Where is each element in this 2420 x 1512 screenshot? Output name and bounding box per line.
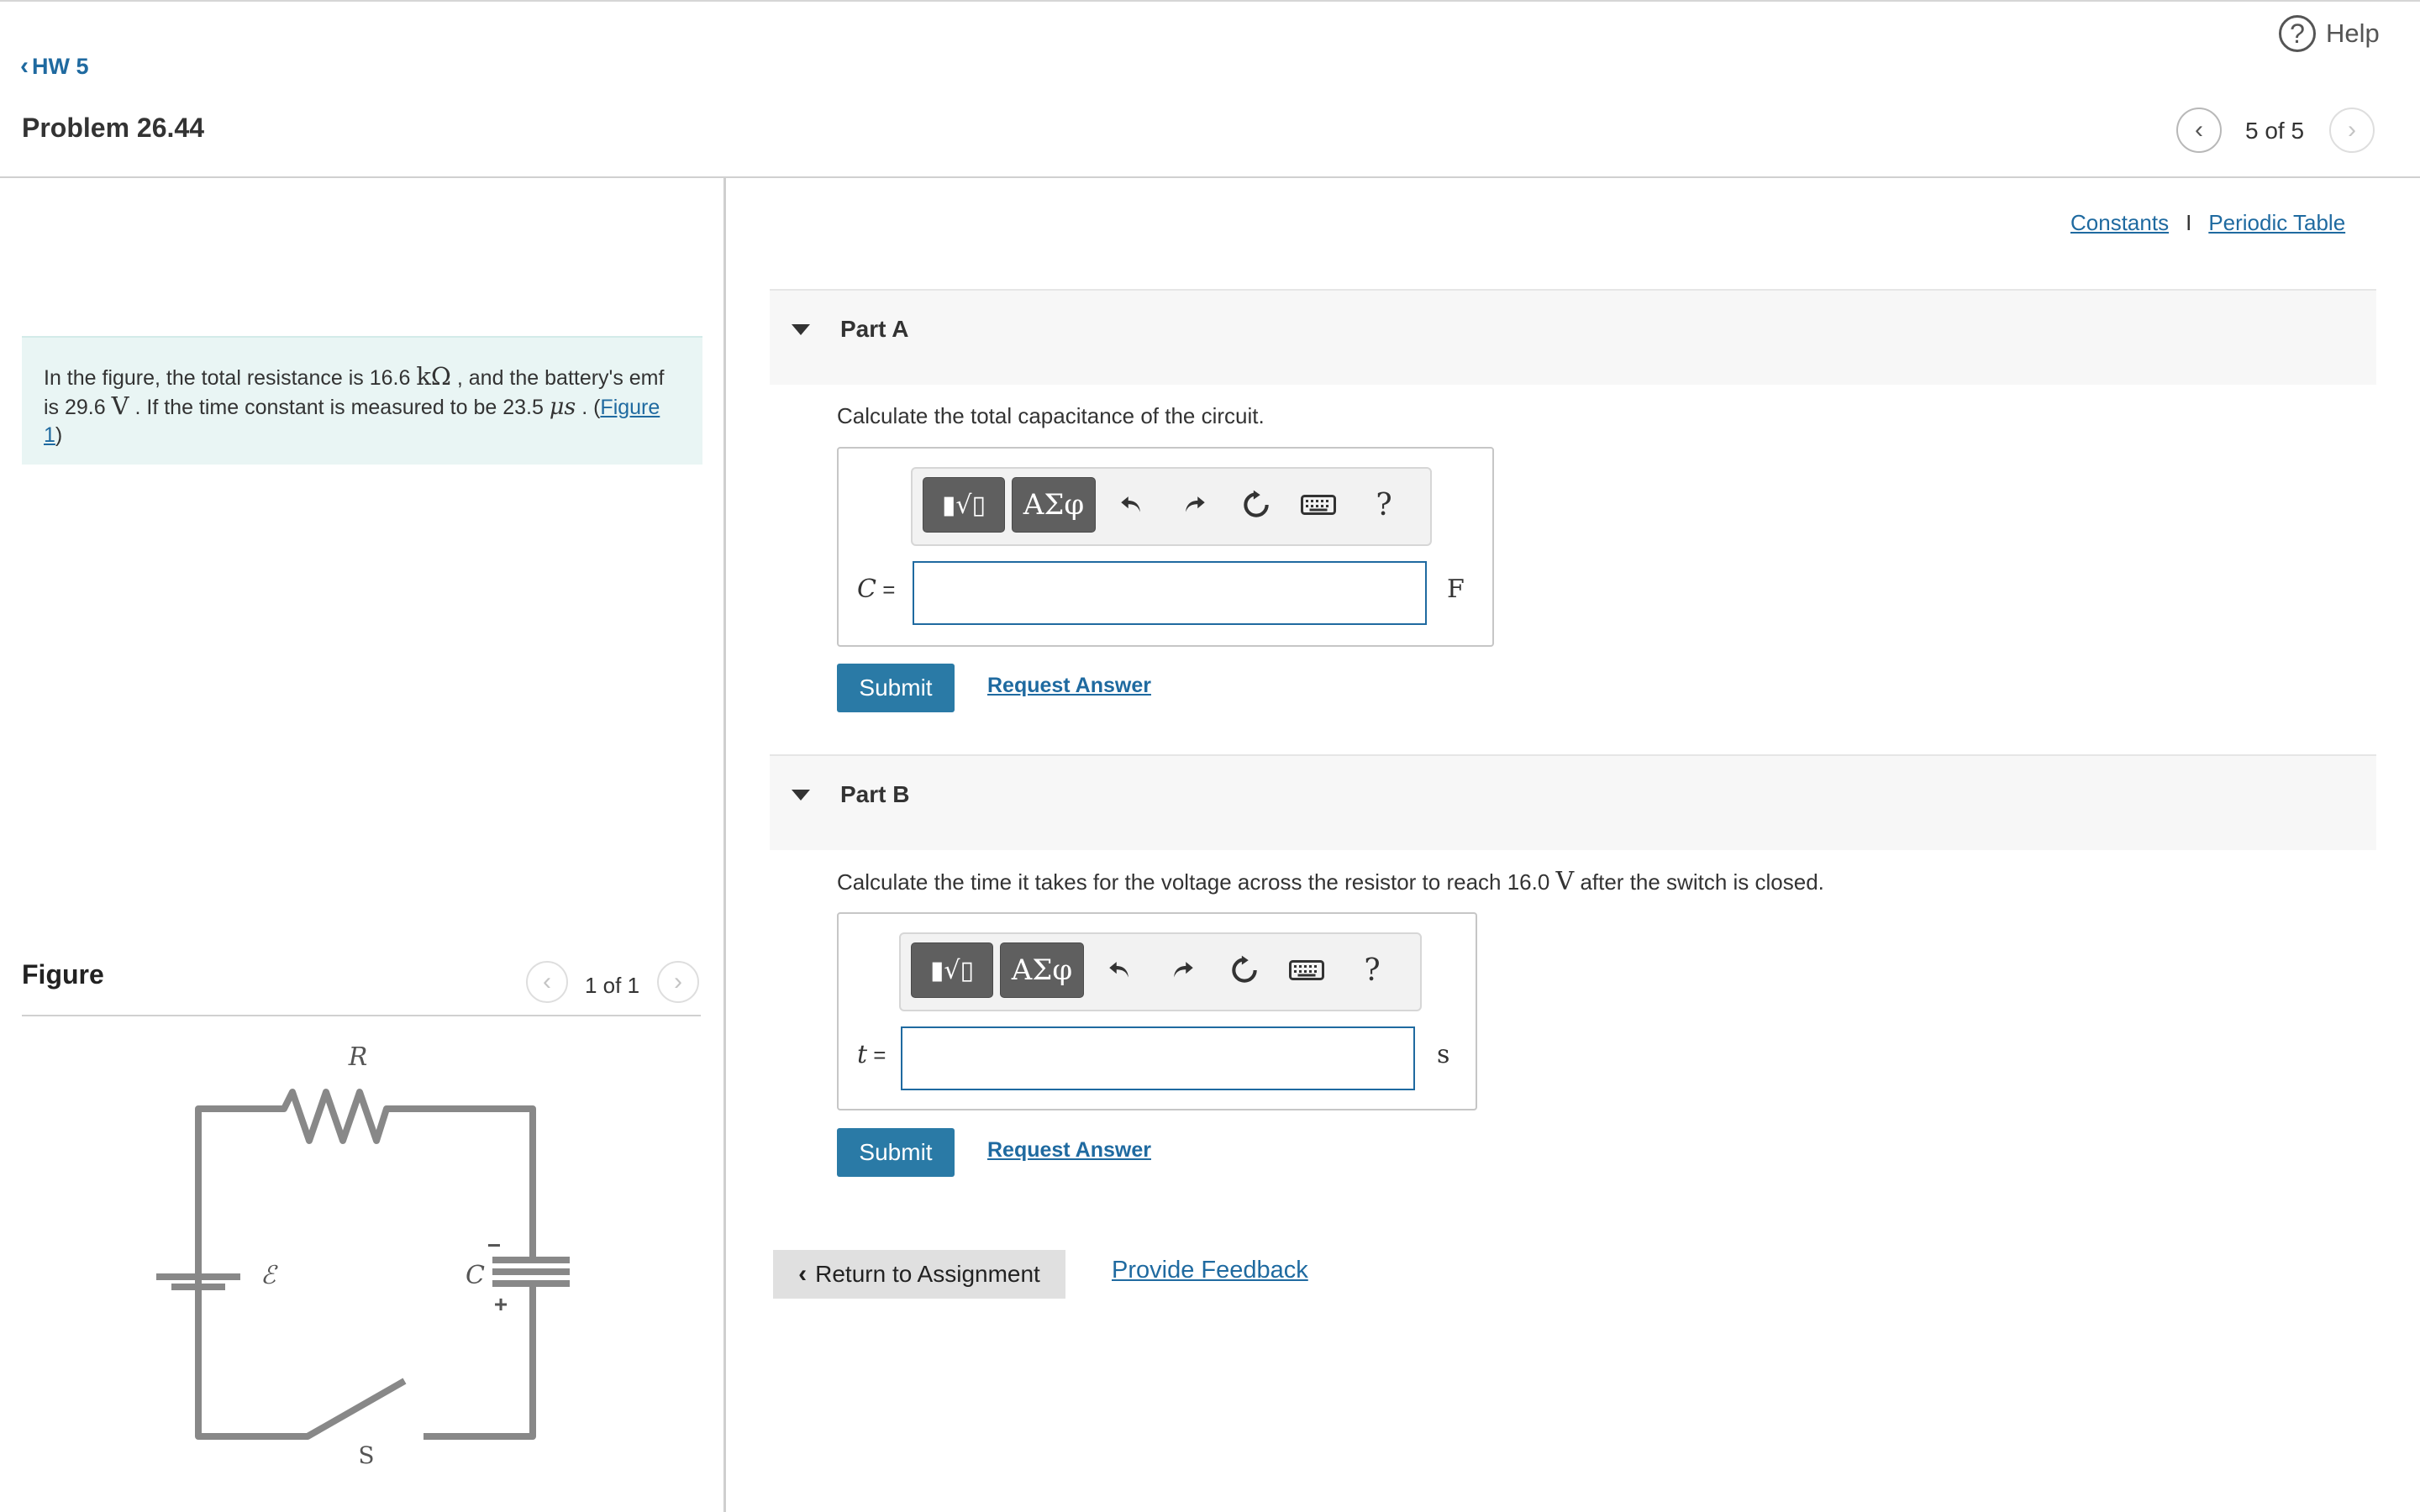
math-help-button[interactable]: ? [1351,946,1393,995]
math-help-button[interactable]: ? [1363,480,1405,529]
redo-button[interactable] [1173,480,1215,529]
math-toolbar: ▮√▯ ΑΣφ ? [899,932,1422,1011]
return-button-label: Return to Assignment [815,1261,1040,1287]
intro-text: . ( [576,396,601,419]
left-wire [195,1284,407,1440]
part-b-submit-button[interactable]: Submit [837,1128,955,1177]
help-label: Help [2326,18,2380,48]
greek-symbols-button[interactable]: ΑΣφ [1012,477,1096,533]
keyboard-button[interactable] [1297,480,1339,529]
intro-text: . If the time constant is measured to be… [129,396,550,419]
part-a-variable-label: C = [857,575,895,604]
part-b-title: Part B [840,781,910,807]
part-b-variable-label: t = [857,1040,886,1069]
templates-button[interactable]: ▮√▯ [923,477,1005,533]
capacitor-plus-label: + [494,1291,508,1317]
intro-text: In the figure, the total resistance is 1… [44,366,417,390]
undo-button[interactable] [1099,946,1141,995]
back-link-label: HW 5 [32,53,89,79]
keyboard-button[interactable] [1286,946,1328,995]
figure-pager-count: 1 of 1 [585,973,640,998]
part-a-answer-input[interactable] [913,561,1427,625]
undo-button[interactable] [1111,480,1153,529]
provide-feedback-link[interactable]: Provide Feedback [1112,1257,1308,1284]
intro-unit-kohm: kΩ [416,362,451,391]
part-b-unit: s [1437,1040,1450,1069]
resistor-label: R [348,1042,368,1072]
part-a-header[interactable]: Part A [770,289,2376,385]
problem-pager-count: 5 of 5 [2245,118,2305,144]
part-a-submit-button[interactable]: Submit [837,664,955,712]
prompt-text: Calculate the time it takes for the volt… [837,869,1556,895]
capacitor-label: C [466,1261,485,1290]
periodic-table-link[interactable]: Periodic Table [2208,210,2345,236]
part-b-prompt: Calculate the time it takes for the volt… [837,867,1824,896]
intro-unit-volt: V [111,391,129,420]
links-separator: I [2186,210,2192,235]
next-figure-button[interactable]: › [657,961,699,1003]
templates-button[interactable]: ▮√▯ [911,942,993,998]
header-divider [0,176,2420,178]
chevron-left-icon: ‹ [2195,116,2203,144]
constants-link[interactable]: Constants [2070,210,2169,236]
pane-divider[interactable] [723,178,726,1512]
help-icon: ? [2279,15,2316,52]
return-to-assignment-button[interactable]: ‹ Return to Assignment [773,1250,1065,1299]
math-toolbar: ▮√▯ ΑΣφ ? [911,467,1432,546]
emf-label: ℰ [260,1261,278,1290]
chevron-left-icon: ‹ [20,52,29,80]
reset-button[interactable] [1235,480,1277,529]
intro-text: ) [55,423,63,447]
page-title: Problem 26.44 [22,113,204,143]
part-b-header[interactable]: Part B [770,754,2376,850]
redo-button[interactable] [1161,946,1203,995]
part-a-answer-box: ▮√▯ ΑΣφ ? C = F [837,447,1494,647]
redo-icon [1186,496,1205,512]
variable-symbol: t [857,1040,868,1069]
chevron-right-icon: › [674,968,682,995]
next-problem-button[interactable]: › [2329,108,2375,153]
equals-sign: = [867,1042,886,1068]
chevron-left-icon: ‹ [798,1260,808,1288]
collapse-triangle-icon [792,790,810,801]
circuit-diagram: R ℰ C S − + [156,1042,570,1469]
part-a-request-answer-link[interactable]: Request Answer [987,674,1151,698]
reset-button[interactable] [1223,946,1265,995]
figure-heading: Figure [22,959,104,990]
part-b-answer-input[interactable] [901,1026,1415,1090]
greek-symbols-button[interactable]: ΑΣφ [1000,942,1084,998]
intro-unit-microsecond: μs [549,394,576,420]
previous-problem-button[interactable]: ‹ [2176,108,2222,153]
reset-icon [1244,490,1269,517]
chevron-right-icon: › [2348,116,2356,144]
figure-divider [22,1015,701,1016]
redo-icon [1174,962,1193,978]
keyboard-icon [1289,960,1324,980]
prompt-text: after the switch is closed. [1574,869,1824,895]
right-wire [424,1289,536,1440]
reset-icon [1232,955,1257,983]
collapse-triangle-icon [792,324,810,335]
chevron-left-icon: ‹ [543,968,551,995]
help-button[interactable]: ? Help [2279,15,2380,52]
part-a-title: Part A [840,316,909,342]
part-b-answer-box: ▮√▯ ΑΣφ ? t = s [837,912,1477,1110]
undo-icon [1109,962,1128,978]
variable-symbol: C [857,575,876,604]
capacitor-minus-label: − [487,1232,501,1258]
part-b-request-answer-link[interactable]: Request Answer [987,1138,1151,1163]
equals-sign: = [876,577,896,602]
top-border [0,0,2420,2]
back-to-assignment-link[interactable]: ‹ HW 5 [20,52,89,81]
keyboard-icon [1301,495,1336,515]
prompt-unit-volt: V [1555,867,1575,896]
resource-links: Constants I Periodic Table [2070,210,2345,236]
resistor-wire [195,1089,536,1384]
undo-icon [1121,496,1140,512]
part-a-unit: F [1447,575,1465,604]
switch-label: S [358,1441,374,1469]
part-a-prompt: Calculate the total capacitance of the c… [837,403,1265,428]
problem-statement: In the figure, the total resistance is 1… [22,336,702,465]
previous-figure-button[interactable]: ‹ [526,961,568,1003]
